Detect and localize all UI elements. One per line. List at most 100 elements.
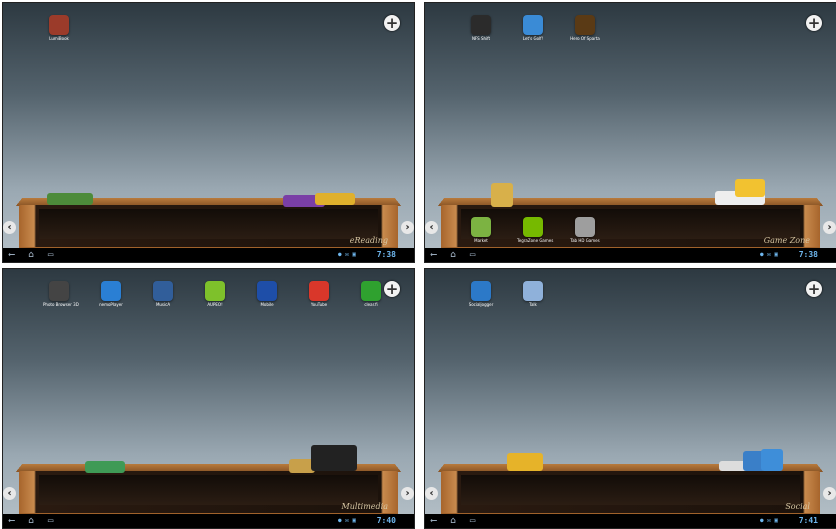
home-icon[interactable]: ⌂ [28,248,33,262]
shelf-app-shortcut[interactable]: Market [465,217,497,244]
gamepad-icon [575,217,595,237]
aupeo-icon [205,281,225,301]
app-row: LumiBook [43,15,75,42]
app-shortcut[interactable]: NFS Shift [465,15,497,42]
shelf-title: Social [785,502,810,511]
talk-icon [523,281,543,301]
home-icon[interactable]: ⌂ [28,514,33,528]
home-screen-2: + Photo Browser 3D nemoPlayer MusicA AUP… [2,268,415,529]
app-label: Let's Golf! [522,36,544,41]
camera-icon [49,281,69,301]
shelf-app-row: Market TegraZone Games Tab HD Games [465,217,601,244]
app-label: AUPEO! [207,302,223,307]
app-shortcut[interactable]: MusicA [147,281,179,308]
clock: 7:41 [798,516,818,525]
back-icon[interactable]: ⟵ [431,514,436,528]
shelf-decoration [507,453,543,471]
app-shortcut[interactable]: AUPEO! [199,281,231,308]
app-label: Photo Browser 3D [43,302,79,307]
shelf-decoration [315,193,355,205]
app-shortcut[interactable]: Photo Browser 3D [43,281,79,308]
back-icon[interactable]: ⟵ [431,248,436,262]
add-icon[interactable]: + [384,15,400,31]
social-icon [471,281,491,301]
app-row: Photo Browser 3D nemoPlayer MusicA AUPEO… [43,281,387,308]
youtube-icon [309,281,329,301]
music-note-icon [257,281,277,301]
next-shelf-button[interactable]: › [823,487,836,500]
app-shortcut[interactable]: clear.fi [355,281,387,308]
prev-shelf-button[interactable]: ‹ [3,221,16,234]
app-shortcut[interactable]: Hero Of Sparta [569,15,601,42]
shelf: Social [441,471,820,517]
nav-buttons: ⟵ ⌂ ▭ [431,248,475,262]
next-shelf-button[interactable]: › [401,487,414,500]
app-label: YouTube [310,302,328,307]
shelf-cavity [461,475,800,505]
home-screen-1: + NFS Shift Let's Golf! Hero Of Sparta G… [424,2,836,263]
shelf-title: Game Zone [763,236,810,245]
app-shortcut[interactable]: Socialjogger [465,281,497,308]
notification-icons[interactable]: ● ✉ ▣ [760,248,778,262]
app-label: Socialjogger [468,302,494,307]
shelf-decoration [85,461,125,473]
play-icon [101,281,121,301]
home-icon[interactable]: ⌂ [450,514,455,528]
shelf: eReading [19,205,398,251]
shelf-app-shortcut[interactable]: Tab HD Games [569,217,601,244]
golf-icon [523,15,543,35]
nav-buttons: ⟵ ⌂ ▭ [431,514,475,528]
recent-apps-icon[interactable]: ▭ [470,514,475,528]
notification-icons[interactable]: ● ✉ ▣ [760,514,778,528]
next-shelf-button[interactable]: › [823,221,836,234]
bookshelf-icon [49,15,69,35]
app-shortcut[interactable]: Let's Golf! [517,15,549,42]
home-icon[interactable]: ⌂ [450,248,455,262]
recent-apps-icon[interactable]: ▭ [470,248,475,262]
app-shortcut[interactable]: YouTube [303,281,335,308]
clock: 7:38 [376,250,396,259]
nav-buttons: ⟵ ⌂ ▭ [9,248,53,262]
clearfi-icon [361,281,381,301]
back-icon[interactable]: ⟵ [9,248,14,262]
shelf-cavity [39,209,378,239]
app-shortcut[interactable]: LumiBook [43,15,75,42]
app-shortcut[interactable]: Mobile [251,281,283,308]
system-bar: ⟵ ⌂ ▭ ● ✉ ▣ 7:38 [3,248,414,262]
clock: 7:38 [798,250,818,259]
app-label: Hero Of Sparta [570,36,600,41]
prev-shelf-button[interactable]: ‹ [425,221,438,234]
market-bag-icon [471,217,491,237]
app-label: clear.fi [364,302,378,307]
home-screen-0: + LumiBook eReading ‹ › ⟵ ⌂ ▭ ● ✉ ▣ 7:38 [2,2,415,263]
clock: 7:40 [376,516,396,525]
app-shortcut[interactable]: Talk [517,281,549,308]
system-bar: ⟵ ⌂ ▭ ● ✉ ▣ 7:41 [425,514,836,528]
warrior-icon [575,15,595,35]
next-shelf-button[interactable]: › [401,221,414,234]
shelf: Multimedia [19,471,398,517]
notification-icons[interactable]: ● ✉ ▣ [338,514,356,528]
recent-apps-icon[interactable]: ▭ [48,514,53,528]
shelf-cavity [39,475,378,505]
prev-shelf-button[interactable]: ‹ [3,487,16,500]
notification-icons[interactable]: ● ✉ ▣ [338,248,356,262]
app-shortcut[interactable]: nemoPlayer [95,281,127,308]
app-label: NFS Shift [471,36,491,41]
back-icon[interactable]: ⟵ [9,514,14,528]
prev-shelf-button[interactable]: ‹ [425,487,438,500]
recent-apps-icon[interactable]: ▭ [48,248,53,262]
add-icon[interactable]: + [806,281,822,297]
shelf-title: Multimedia [341,502,388,511]
nav-buttons: ⟵ ⌂ ▭ [9,514,53,528]
shelf-app-shortcut[interactable]: TegraZone Games [517,217,554,244]
music-search-icon [153,281,173,301]
app-label: Tab HD Games [570,238,600,243]
app-label: TegraZone Games [517,238,554,243]
add-icon[interactable]: + [806,15,822,31]
system-bar: ⟵ ⌂ ▭ ● ✉ ▣ 7:38 [425,248,836,262]
shelf-decoration [761,449,783,471]
shelf-decoration [311,445,357,471]
app-label: MusicA [155,302,171,307]
app-label: Market [474,238,488,243]
